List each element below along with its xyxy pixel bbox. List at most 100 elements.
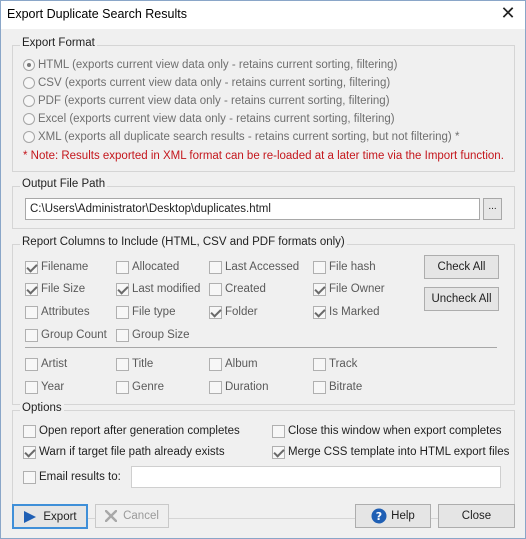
col-is-marked-checkbox[interactable] [313,305,326,319]
col-group-size[interactable]: Group Size [116,327,190,343]
options-title: Options [20,402,64,414]
format-option-html[interactable]: HTML (exports current view data only - r… [23,57,397,73]
email-input[interactable] [131,466,501,488]
output-path-title: Output File Path [20,178,108,190]
options-group: Options Open report after generation com… [12,402,515,519]
output-path-input[interactable] [25,198,480,220]
export-button-label: Export [43,510,77,523]
browse-button[interactable]: ... [483,198,502,220]
col-year-checkbox[interactable] [25,380,38,394]
col-title-checkbox[interactable] [116,357,129,371]
format-option-xml[interactable]: XML (exports all duplicate search result… [23,129,459,145]
opt-warn-exists[interactable]: Warn if target file path already exists [23,444,225,460]
radio-csv[interactable] [23,77,35,89]
col-is-marked[interactable]: Is Marked [313,304,380,320]
close-window-icon[interactable]: ✕ [495,3,521,25]
col-last-accessed[interactable]: Last Accessed [209,259,299,275]
check-all-button[interactable]: Check All [424,255,499,279]
col-filename[interactable]: Filename [25,259,88,275]
svg-text:?: ? [376,510,382,523]
col-attributes-checkbox[interactable] [25,305,38,319]
opt-email-checkbox[interactable] [23,470,36,484]
col-last-modified-label: Last modified [132,283,201,295]
col-bitrate-checkbox[interactable] [313,380,326,394]
col-group-size-label: Group Size [132,329,190,341]
col-folder[interactable]: Folder [209,304,258,320]
uncheck-all-button[interactable]: Uncheck All [424,287,499,311]
col-last-modified[interactable]: Last modified [116,281,200,297]
col-group-count[interactable]: Group Count [25,327,107,343]
col-artist[interactable]: Artist [25,356,67,372]
format-csv-label: CSV (exports current view data only - re… [38,77,391,89]
col-file-type-checkbox[interactable] [116,305,129,319]
col-file-owner-label: File Owner [329,283,385,295]
col-file-owner[interactable]: File Owner [313,281,385,297]
col-duration[interactable]: Duration [209,379,268,395]
format-pdf-label: PDF (exports current view data only - re… [38,95,390,107]
format-html-label: HTML (exports current view data only - r… [38,59,398,71]
format-option-excel[interactable]: Excel (exports current view data only - … [23,111,395,127]
col-genre[interactable]: Genre [116,379,164,395]
col-attributes[interactable]: Attributes [25,304,90,320]
format-option-pdf[interactable]: PDF (exports current view data only - re… [23,93,390,109]
opt-merge-css[interactable]: Merge CSS template into HTML export file… [272,444,509,460]
col-bitrate[interactable]: Bitrate [313,379,362,395]
col-album-label: Album [225,358,258,370]
col-file-owner-checkbox[interactable] [313,282,326,296]
col-created-checkbox[interactable] [209,282,222,296]
col-created[interactable]: Created [209,281,266,297]
col-duration-checkbox[interactable] [209,380,222,394]
col-track-checkbox[interactable] [313,357,326,371]
opt-merge-css-checkbox[interactable] [272,445,285,459]
col-genre-label: Genre [132,381,164,393]
col-last-accessed-label: Last Accessed [225,261,300,273]
help-button[interactable]: ? Help [355,504,431,528]
opt-close-window[interactable]: Close this window when export completes [272,423,502,439]
col-year[interactable]: Year [25,379,64,395]
export-button[interactable]: Export [12,504,88,529]
col-artist-checkbox[interactable] [25,357,38,371]
export-format-group: Export Format HTML (exports current view… [12,37,515,172]
play-arrow-icon [24,510,37,523]
col-file-size-label: File Size [41,283,86,295]
col-genre-checkbox[interactable] [116,380,129,394]
cancel-x-icon [105,510,118,522]
close-button[interactable]: Close [438,504,515,528]
col-file-size[interactable]: File Size [25,281,85,297]
col-group-size-checkbox[interactable] [116,328,129,342]
opt-close-window-label: Close this window when export completes [288,425,502,437]
format-option-csv[interactable]: CSV (exports current view data only - re… [23,75,390,91]
opt-open-report-checkbox[interactable] [23,424,36,438]
columns-separator [25,347,497,348]
opt-merge-css-label: Merge CSS template into HTML export file… [288,446,510,458]
col-filename-checkbox[interactable] [25,260,38,274]
col-file-hash-label: File hash [329,261,376,273]
col-allocated-checkbox[interactable] [116,260,129,274]
radio-excel[interactable] [23,113,35,125]
opt-email[interactable]: Email results to: [23,469,121,485]
opt-email-label: Email results to: [39,471,121,483]
opt-warn-exists-label: Warn if target file path already exists [39,446,225,458]
col-last-accessed-checkbox[interactable] [209,260,222,274]
radio-html[interactable] [23,59,35,71]
col-track[interactable]: Track [313,356,357,372]
col-folder-label: Folder [225,306,258,318]
col-last-modified-checkbox[interactable] [116,282,129,296]
radio-xml[interactable] [23,131,35,143]
col-folder-checkbox[interactable] [209,305,222,319]
col-album[interactable]: Album [209,356,258,372]
cancel-button[interactable]: Cancel [95,504,169,528]
col-file-hash-checkbox[interactable] [313,260,326,274]
opt-close-window-checkbox[interactable] [272,424,285,438]
col-file-hash[interactable]: File hash [313,259,376,275]
col-file-type[interactable]: File type [116,304,175,320]
col-file-size-checkbox[interactable] [25,282,38,296]
opt-warn-exists-checkbox[interactable] [23,445,36,459]
opt-open-report[interactable]: Open report after generation completes [23,423,240,439]
col-allocated[interactable]: Allocated [116,259,179,275]
col-title[interactable]: Title [116,356,153,372]
col-album-checkbox[interactable] [209,357,222,371]
radio-pdf[interactable] [23,95,35,107]
col-attributes-label: Attributes [41,306,90,318]
col-group-count-checkbox[interactable] [25,328,38,342]
